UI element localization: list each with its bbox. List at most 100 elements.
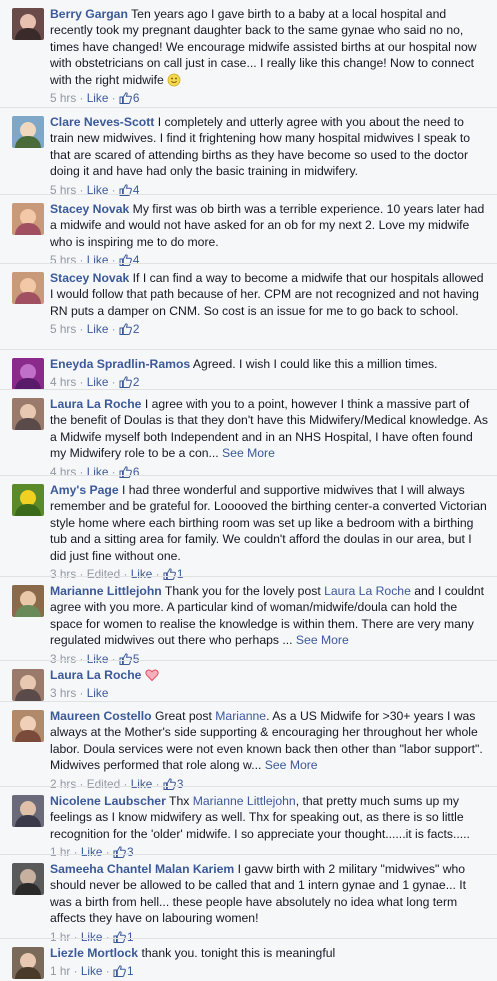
comment: Laura La Roche 3 hrs · Like bbox=[0, 660, 497, 701]
author-name[interactable]: Stacey Novak bbox=[50, 202, 129, 216]
avatar[interactable] bbox=[12, 203, 44, 235]
comment-text: Thx bbox=[169, 794, 190, 808]
author-name[interactable]: Stacey Novak bbox=[50, 271, 129, 285]
avatar[interactable] bbox=[12, 116, 44, 148]
author-name[interactable]: Maureen Costello bbox=[50, 709, 152, 723]
comment-body: Liezle Mortlock thank you. tonight this … bbox=[50, 945, 489, 961]
timestamp[interactable]: 5 hrs bbox=[50, 322, 76, 336]
avatar[interactable] bbox=[12, 863, 44, 895]
comment: Clare Neves-Scott I completely and utter… bbox=[0, 107, 497, 197]
comment-text: Agreed. I wish I could like this a milli… bbox=[192, 357, 438, 371]
avatar[interactable] bbox=[12, 585, 44, 617]
thumbs-up-icon bbox=[119, 323, 132, 336]
like-count[interactable]: 6 bbox=[119, 91, 140, 106]
comment-body: Stacey Novak My first was ob birth was a… bbox=[50, 201, 489, 250]
avatar[interactable] bbox=[12, 710, 44, 742]
comment-body: Laura La Roche bbox=[50, 667, 489, 683]
comment-body: Eneyda Spradlin-Ramos Agreed. I wish I c… bbox=[50, 356, 489, 372]
author-name[interactable]: Sameeha Chantel Malan Kariem bbox=[50, 862, 234, 876]
comment: Eneyda Spradlin-Ramos Agreed. I wish I c… bbox=[0, 349, 497, 390]
avatar[interactable] bbox=[12, 795, 44, 827]
comment: Berry Gargan Ten years ago I gave birth … bbox=[0, 0, 497, 107]
avatar[interactable] bbox=[12, 398, 44, 430]
comment-body: Maureen Costello Great post Marianne. As… bbox=[50, 708, 489, 774]
separator: · bbox=[73, 964, 78, 979]
like-button[interactable]: Like bbox=[81, 964, 103, 978]
comment-meta: 1 hr · Like · 1 bbox=[50, 963, 489, 979]
heart-emoji-icon bbox=[145, 668, 159, 682]
see-more-link[interactable]: See More bbox=[265, 758, 318, 772]
separator: · bbox=[79, 375, 84, 390]
author-name[interactable]: Berry Gargan bbox=[50, 7, 128, 21]
like-button[interactable]: Like bbox=[87, 91, 109, 105]
comment-meta: 5 hrs · Like · 6 bbox=[50, 90, 489, 106]
like-button[interactable]: Like bbox=[87, 322, 109, 336]
thumbs-up-icon bbox=[113, 965, 126, 978]
timestamp[interactable]: 4 hrs bbox=[50, 375, 76, 389]
comment-text: Thank you for the lovely post bbox=[164, 584, 321, 598]
thumbs-up-icon bbox=[119, 376, 132, 389]
like-count-number: 1 bbox=[126, 964, 134, 979]
comment: Marianne Littlejohn Thank you for the lo… bbox=[0, 576, 497, 666]
comment-body: Stacey Novak If I can find a way to beco… bbox=[50, 270, 489, 319]
author-name[interactable]: Laura La Roche bbox=[50, 397, 141, 411]
author-name[interactable]: Laura La Roche bbox=[50, 668, 141, 682]
author-name[interactable]: Nicolene Laubscher bbox=[50, 794, 166, 808]
avatar[interactable] bbox=[12, 947, 44, 979]
like-count-number: 6 bbox=[132, 91, 140, 106]
avatar[interactable] bbox=[12, 8, 44, 40]
comment-body: Nicolene Laubscher Thx Marianne Littlejo… bbox=[50, 793, 489, 842]
author-name[interactable]: Clare Neves-Scott bbox=[50, 115, 154, 129]
separator: · bbox=[111, 375, 116, 390]
avatar[interactable] bbox=[12, 669, 44, 701]
comment-body: Sameeha Chantel Malan Kariem I gavw birt… bbox=[50, 861, 489, 927]
like-count[interactable]: 1 bbox=[113, 964, 134, 978]
like-count-number: 2 bbox=[132, 375, 140, 390]
timestamp[interactable]: 3 hrs bbox=[50, 686, 76, 700]
avatar[interactable] bbox=[12, 484, 44, 516]
see-more-link[interactable]: See More bbox=[296, 633, 349, 647]
like-count[interactable]: 2 bbox=[119, 322, 140, 337]
author-name[interactable]: Liezle Mortlock bbox=[50, 946, 138, 960]
comment-meta: 4 hrs · Like · 2 bbox=[50, 374, 489, 390]
comment: Sameeha Chantel Malan Kariem I gavw birt… bbox=[0, 854, 497, 944]
see-more-link[interactable]: See More bbox=[222, 446, 275, 460]
comment: Laura La Roche I agree with you to a poi… bbox=[0, 389, 497, 479]
comment: Stacey Novak If I can find a way to beco… bbox=[0, 263, 497, 349]
comment: Amy's Page I had three wonderful and sup… bbox=[0, 475, 497, 581]
comment-body: Berry Gargan Ten years ago I gave birth … bbox=[50, 6, 489, 88]
separator: · bbox=[79, 91, 84, 106]
mention-link[interactable]: Laura La Roche bbox=[324, 584, 411, 598]
smiley-emoji-icon bbox=[167, 73, 181, 87]
like-count-number: 2 bbox=[132, 322, 140, 337]
comment: Maureen Costello Great post Marianne. As… bbox=[0, 701, 497, 791]
comment-meta: 3 hrs · Like bbox=[50, 685, 489, 701]
separator: · bbox=[79, 322, 84, 337]
separator: · bbox=[79, 686, 84, 701]
timestamp[interactable]: 1 hr bbox=[50, 964, 70, 978]
comment-body: Clare Neves-Scott I completely and utter… bbox=[50, 114, 489, 180]
comment: Nicolene Laubscher Thx Marianne Littlejo… bbox=[0, 786, 497, 859]
author-name[interactable]: Amy's Page bbox=[50, 483, 119, 497]
separator: · bbox=[105, 964, 110, 979]
comment-text: Great post bbox=[154, 709, 212, 723]
comment-body: Laura La Roche I agree with you to a poi… bbox=[50, 396, 489, 462]
mention-link[interactable]: Marianne bbox=[215, 709, 266, 723]
like-button[interactable]: Like bbox=[87, 375, 109, 389]
comment-list: Berry Gargan Ten years ago I gave birth … bbox=[0, 0, 497, 980]
mention-link[interactable]: Marianne Littlejohn bbox=[193, 794, 296, 808]
avatar[interactable] bbox=[12, 358, 44, 390]
author-name[interactable]: Marianne Littlejohn bbox=[50, 584, 162, 598]
comment: Liezle Mortlock thank you. tonight this … bbox=[0, 938, 497, 980]
timestamp[interactable]: 5 hrs bbox=[50, 91, 76, 105]
comment-body: Amy's Page I had three wonderful and sup… bbox=[50, 482, 489, 564]
avatar[interactable] bbox=[12, 272, 44, 304]
comment-meta: 5 hrs · Like · 2 bbox=[50, 321, 489, 337]
thumbs-up-icon bbox=[119, 92, 132, 105]
like-button[interactable]: Like bbox=[87, 686, 109, 700]
separator: · bbox=[111, 322, 116, 337]
author-name[interactable]: Eneyda Spradlin-Ramos bbox=[50, 357, 190, 371]
comment-text: thank you. tonight this is meaningful bbox=[141, 946, 336, 960]
separator: · bbox=[111, 91, 116, 106]
like-count[interactable]: 2 bbox=[119, 375, 140, 390]
